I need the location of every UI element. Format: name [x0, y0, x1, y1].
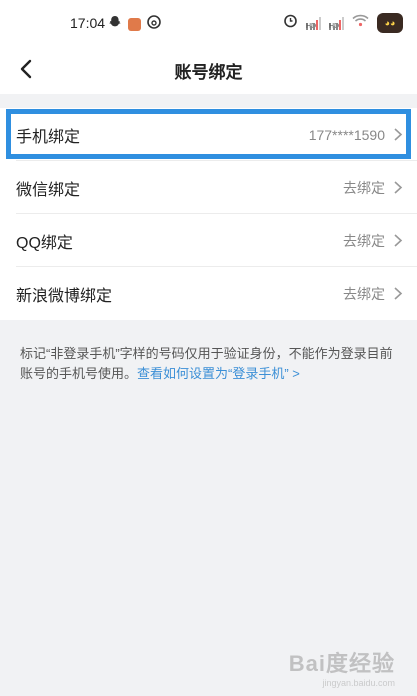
- chevron-right-icon: [394, 287, 403, 300]
- notification-icons: [108, 15, 161, 34]
- signal-hd-2-icon: HD: [329, 16, 344, 30]
- row-value: 去绑定: [343, 179, 385, 196]
- chevron-right-icon: [394, 181, 403, 194]
- row-value: 去绑定: [343, 285, 385, 302]
- status-bar: 17:04 HD HD ◕◕: [0, 0, 417, 46]
- wifi-icon: [352, 14, 369, 32]
- signal-hd-1-icon: HD: [306, 16, 321, 30]
- hd-label: HD: [329, 23, 339, 30]
- page-title: 账号绑定: [174, 63, 243, 82]
- avatar-icon: ◕◕: [377, 13, 403, 33]
- row-value: 去绑定: [343, 232, 385, 249]
- status-time: 17:04: [70, 15, 106, 31]
- netease-music-icon: [147, 15, 161, 34]
- hd-label: HD: [306, 23, 316, 30]
- row-label: QQ绑定: [16, 234, 73, 252]
- weibo-binding-row[interactable]: 新浪微博绑定 去绑定: [0, 267, 417, 320]
- wechat-binding-row[interactable]: 微信绑定 去绑定: [0, 161, 417, 214]
- alarm-icon: [283, 13, 298, 33]
- watermark-logo: Bai度经验: [288, 651, 395, 676]
- row-label: 新浪微博绑定: [16, 287, 113, 305]
- system-icons: HD HD ◕◕: [283, 13, 403, 33]
- watermark-url: jingyan.baidu.com: [322, 678, 395, 688]
- binding-list: 手机绑定 177****1590 微信绑定 去绑定 QQ绑定 去绑定 新浪微博绑…: [0, 108, 417, 320]
- chevron-right-icon: [394, 234, 403, 247]
- binding-note: 标记“非登录手机”字样的号码仅用于验证身份，不能作为登录目前账号的手机号使用。查…: [20, 344, 400, 384]
- qq-binding-row[interactable]: QQ绑定 去绑定: [0, 214, 417, 267]
- phone-binding-row[interactable]: 手机绑定 177****1590: [0, 108, 417, 161]
- watermark: Bai度经验 jingyan.baidu.com: [289, 646, 395, 688]
- row-label: 手机绑定: [16, 128, 81, 146]
- row-label: 微信绑定: [16, 181, 81, 199]
- row-value: 177****1590: [308, 126, 385, 143]
- app-notification-icon: [128, 18, 141, 31]
- snapchat-icon: [108, 15, 122, 34]
- chevron-right-icon: [394, 128, 403, 141]
- navigation-bar: 账号绑定: [0, 46, 417, 94]
- login-phone-help-link[interactable]: 查看如何设置为“登录手机” >: [137, 366, 300, 381]
